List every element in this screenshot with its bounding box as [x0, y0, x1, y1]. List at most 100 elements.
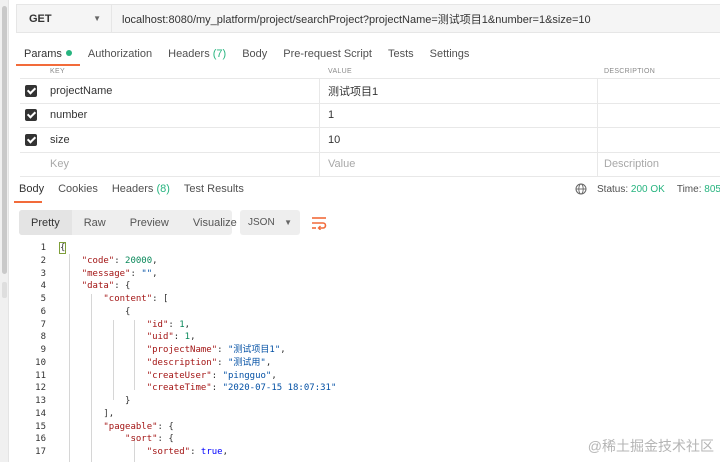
res-tab-body[interactable]: Body — [12, 183, 51, 203]
tab-settings[interactable]: Settings — [422, 44, 478, 66]
code-line: 3 "message": "", — [14, 268, 720, 281]
code-line: 4 "data": { — [14, 280, 720, 293]
code-text: "pageable": { — [103, 421, 174, 432]
tab-pre-request-script[interactable]: Pre-request Script — [275, 44, 380, 66]
tab-label: Pre-request Script — [283, 48, 372, 60]
header-description: DESCRIPTION — [604, 68, 656, 75]
params-active-dot — [65, 50, 72, 56]
view-pretty-button[interactable]: Pretty — [19, 210, 72, 235]
code-line: 10 "description": "测试用", — [14, 357, 720, 370]
response-status: Status: 200 OK Time: 805 m — [575, 183, 720, 195]
param-key[interactable]: projectName — [50, 85, 112, 97]
line-number: 7 — [40, 319, 46, 330]
header-key: KEY — [50, 68, 65, 75]
tab-body[interactable]: Body — [234, 44, 275, 66]
tab-params[interactable]: Params — [16, 44, 80, 66]
param-value[interactable]: 测试项目1 — [328, 83, 378, 99]
format-select[interactable]: JSON ▼ — [240, 210, 300, 235]
param-row: projectName 测试项目1 — [20, 79, 720, 104]
response-tabs: Body Cookies Headers (8) Test Results — [12, 183, 251, 203]
status-value[interactable]: 200 OK — [631, 184, 665, 195]
sidebar-scroll-marker — [2, 282, 7, 298]
line-number: 6 — [40, 306, 46, 317]
code-line: 5 "content": [ — [14, 293, 720, 306]
code-line: 12 "createTime": "2020-07-15 18:07:31" — [14, 382, 720, 395]
param-checkbox[interactable] — [25, 84, 37, 97]
line-number: 10 — [35, 357, 46, 368]
code-text: { — [58, 242, 67, 254]
line-number: 8 — [40, 332, 46, 343]
res-tab-cookies[interactable]: Cookies — [51, 183, 105, 203]
param-description[interactable] — [598, 128, 720, 152]
globe-icon[interactable] — [575, 183, 587, 195]
tab-label: Authorization — [87, 48, 153, 60]
param-description[interactable] — [598, 104, 720, 128]
request-tabs: Params Authorization Headers (7) Body Pr… — [16, 44, 477, 66]
param-description[interactable] — [598, 79, 720, 103]
tab-count: (7) — [212, 48, 227, 60]
code-line: 8 "uid": 1, — [14, 331, 720, 344]
key-placeholder[interactable]: Key — [50, 158, 69, 170]
view-visualize-button[interactable]: Visualize — [181, 210, 249, 235]
wrap-lines-button[interactable] — [306, 210, 331, 235]
tab-tests[interactable]: Tests — [380, 44, 422, 66]
tab-label: Headers — [168, 48, 210, 60]
code-line: 1{ — [14, 242, 720, 255]
code-text: "uid": 1, — [146, 332, 196, 343]
tab-label: Settings — [429, 48, 470, 60]
param-value[interactable]: 1 — [328, 109, 334, 121]
code-text: "code": 20000, — [81, 255, 158, 266]
code-text: { — [60, 306, 131, 317]
method-select[interactable]: GET ▼ — [17, 5, 112, 32]
code-text: "data": { — [81, 281, 131, 292]
response-body-code[interactable]: 1{2 "code": 20000, 3 "message": "", 4 "dat… — [14, 242, 720, 462]
url-input[interactable]: localhost:8080/my_platform/project/searc… — [112, 11, 591, 27]
view-mode-group: Pretty Raw Preview Visualize — [19, 210, 237, 235]
tab-count: (8) — [156, 183, 170, 195]
view-preview-button[interactable]: Preview — [118, 210, 181, 235]
request-bar: GET ▼ localhost:8080/my_platform/project… — [16, 4, 720, 33]
line-number: 3 — [40, 268, 46, 279]
format-label: JSON — [248, 217, 275, 228]
code-text: "id": 1, — [146, 319, 191, 330]
value-placeholder[interactable]: Value — [328, 158, 355, 170]
code-text: "createTime": "2020-07-15 18:07:31" — [146, 383, 337, 394]
sidebar-scrollbar[interactable] — [0, 0, 9, 462]
method-label: GET — [29, 12, 52, 25]
tab-label: Headers — [111, 183, 154, 195]
code-text: "message": "", — [81, 268, 158, 279]
params-table: KEY VALUE DESCRIPTION projectName 测试项目1 … — [20, 66, 720, 177]
res-tab-test-results[interactable]: Test Results — [177, 183, 251, 203]
sidebar-scroll-thumb[interactable] — [2, 6, 7, 274]
code-line: 6 { — [14, 306, 720, 319]
code-text: "sort": { — [125, 434, 174, 445]
tab-authorization[interactable]: Authorization — [80, 44, 160, 66]
param-checkbox[interactable] — [25, 109, 37, 122]
line-number: 9 — [40, 345, 46, 355]
code-text: } — [60, 396, 131, 406]
code-line: 7 "id": 1, — [14, 319, 720, 332]
time-value[interactable]: 805 m — [704, 184, 720, 195]
line-number: 11 — [35, 370, 46, 381]
description-placeholder[interactable]: Description — [604, 158, 659, 170]
view-raw-button[interactable]: Raw — [72, 210, 118, 235]
line-number: 2 — [40, 255, 46, 266]
code-lines: 1{2 "code": 20000, 3 "message": "", 4 "dat… — [14, 242, 720, 459]
tab-headers[interactable]: Headers (7) — [160, 44, 234, 66]
code-text: "sorted": true, — [146, 447, 229, 457]
header-value: VALUE — [328, 68, 352, 75]
param-checkbox[interactable] — [25, 133, 37, 146]
param-key[interactable]: number — [50, 109, 87, 121]
param-key[interactable]: size — [50, 134, 70, 146]
param-value[interactable]: 10 — [328, 134, 340, 146]
param-row-new: Key Value Description — [20, 152, 720, 177]
code-line: 13 } — [14, 395, 720, 408]
status-label: Status: — [597, 183, 629, 195]
params-header: KEY VALUE DESCRIPTION — [20, 66, 720, 79]
code-line: 9 "projectName": "测试项目1", — [14, 344, 720, 357]
line-number: 15 — [35, 421, 46, 432]
line-number: 4 — [40, 281, 46, 292]
chevron-down-icon: ▼ — [284, 218, 292, 227]
res-tab-headers[interactable]: Headers (8) — [105, 183, 177, 203]
code-text: "projectName": "测试项目1", — [146, 345, 286, 355]
